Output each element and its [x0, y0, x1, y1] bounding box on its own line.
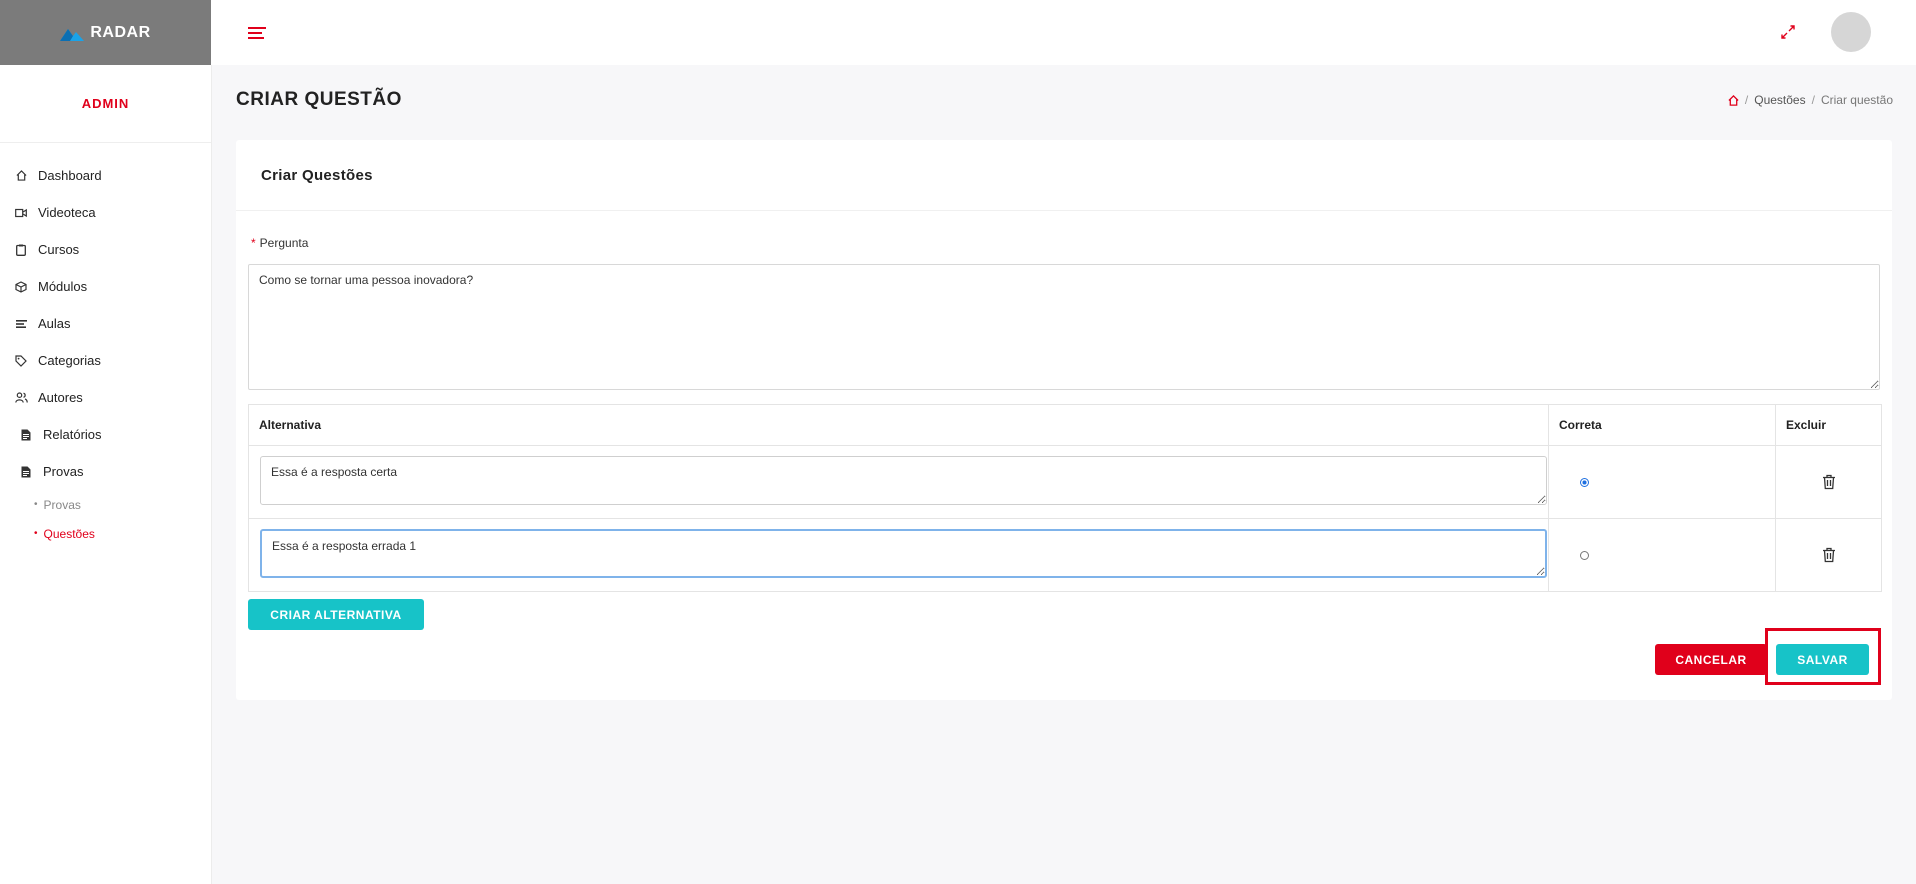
bullet-icon: • — [34, 528, 38, 539]
sidebar-item-label: Módulos — [38, 279, 88, 294]
correct-cell — [1548, 518, 1776, 592]
trash-icon[interactable] — [1822, 474, 1836, 490]
table-row: Essa é a resposta errada 1 — [248, 518, 1882, 592]
sidebar-item-aulas[interactable]: Aulas — [0, 305, 211, 342]
sidebar-menu: Dashboard Videoteca Cursos Módulos Aulas — [0, 143, 211, 490]
cube-icon — [14, 280, 28, 294]
sidebar-item-label: Dashboard — [38, 168, 102, 183]
column-header-correta: Correta — [1548, 404, 1776, 446]
home-icon[interactable] — [1728, 94, 1739, 106]
document-icon — [19, 465, 33, 479]
clipboard-icon — [14, 243, 28, 257]
avatar[interactable] — [1831, 12, 1871, 52]
sidebar-item-cursos[interactable]: Cursos — [0, 231, 211, 268]
correct-cell — [1548, 445, 1776, 519]
alternative-cell: Essa é a resposta certa — [248, 445, 1549, 519]
correct-radio[interactable] — [1580, 550, 1589, 560]
cancel-button[interactable]: CANCELAR — [1655, 644, 1767, 675]
create-alternative-button[interactable]: CRIAR ALTERNATIVA — [248, 599, 424, 630]
sidebar-item-label: Videoteca — [38, 205, 96, 220]
sidebar-item-dashboard[interactable]: Dashboard — [0, 157, 211, 194]
sidebar: RADAR ADMIN Dashboard Videoteca Cursos M… — [0, 0, 212, 884]
sidebar-item-videoteca[interactable]: Videoteca — [0, 194, 211, 231]
delete-cell — [1775, 518, 1882, 592]
question-textarea[interactable]: Como se tornar uma pessoa inovadora? — [248, 264, 1880, 390]
radar-logo-icon — [60, 28, 85, 41]
lines-icon — [14, 317, 28, 331]
question-label-text: Pergunta — [259, 236, 309, 250]
breadcrumb-current: Criar questão — [1820, 93, 1893, 107]
create-question-card: Criar Questões * Pergunta Como se tornar … — [236, 140, 1892, 700]
sidebar-item-label: Relatórios — [43, 427, 102, 442]
sidebar-item-label: Provas — [43, 464, 84, 479]
home-icon — [14, 169, 28, 183]
submenu-item-label: Provas — [43, 497, 81, 512]
user-role: ADMIN — [0, 65, 211, 143]
sidebar-item-categorias[interactable]: Categorias — [0, 342, 211, 379]
brand-logo[interactable]: RADAR — [0, 0, 211, 65]
alternative-input[interactable]: Essa é a resposta certa — [260, 456, 1547, 505]
required-marker: * — [251, 236, 256, 250]
sidebar-item-label: Categorias — [38, 353, 101, 368]
table-row: Essa é a resposta certa — [248, 445, 1882, 519]
sidebar-item-label: Cursos — [38, 242, 80, 257]
breadcrumb-separator: / — [1811, 93, 1815, 107]
column-header-alternativa: Alternativa — [248, 404, 1549, 446]
breadcrumb-separator: / — [1744, 93, 1749, 107]
breadcrumb-link-questoes[interactable]: Questões — [1754, 93, 1805, 107]
save-highlight-box — [1765, 628, 1881, 685]
alternative-input[interactable]: Essa é a resposta errada 1 — [260, 529, 1547, 578]
trash-icon[interactable] — [1822, 547, 1836, 563]
correct-radio[interactable] — [1580, 477, 1589, 487]
alternatives-table: Alternativa Correta Excluir Essa é a res… — [248, 404, 1882, 592]
topbar — [211, 0, 1916, 65]
breadcrumb: / Questões / Criar questão — [1728, 93, 1893, 107]
delete-cell — [1775, 445, 1882, 519]
sidebar-item-label: Aulas — [38, 316, 71, 331]
question-label: * Pergunta — [251, 236, 308, 250]
fullscreen-icon[interactable] — [1781, 25, 1795, 39]
sidebar-item-relatorios[interactable]: Relatórios — [0, 416, 211, 453]
tag-icon — [14, 354, 28, 368]
menu-toggle-icon[interactable] — [248, 27, 266, 41]
brand-name: RADAR — [90, 23, 151, 41]
provas-submenu: • Provas • Questões — [0, 490, 211, 548]
page-title: CRIAR QUESTÃO — [236, 89, 402, 110]
bullet-icon: • — [34, 499, 38, 510]
submenu-item-provas[interactable]: • Provas — [34, 490, 211, 519]
sidebar-item-autores[interactable]: Autores — [0, 379, 211, 416]
document-icon — [19, 428, 33, 442]
submenu-item-label: Questões — [43, 526, 95, 541]
column-header-excluir: Excluir — [1775, 404, 1882, 446]
sidebar-item-modulos[interactable]: Módulos — [0, 268, 211, 305]
users-icon — [14, 391, 28, 405]
sidebar-item-label: Autores — [38, 390, 83, 405]
sidebar-item-provas[interactable]: Provas — [0, 453, 211, 490]
alternative-cell: Essa é a resposta errada 1 — [248, 518, 1549, 592]
video-icon — [14, 206, 28, 220]
submenu-item-questoes[interactable]: • Questões — [34, 519, 211, 548]
card-title: Criar Questões — [236, 140, 1892, 211]
